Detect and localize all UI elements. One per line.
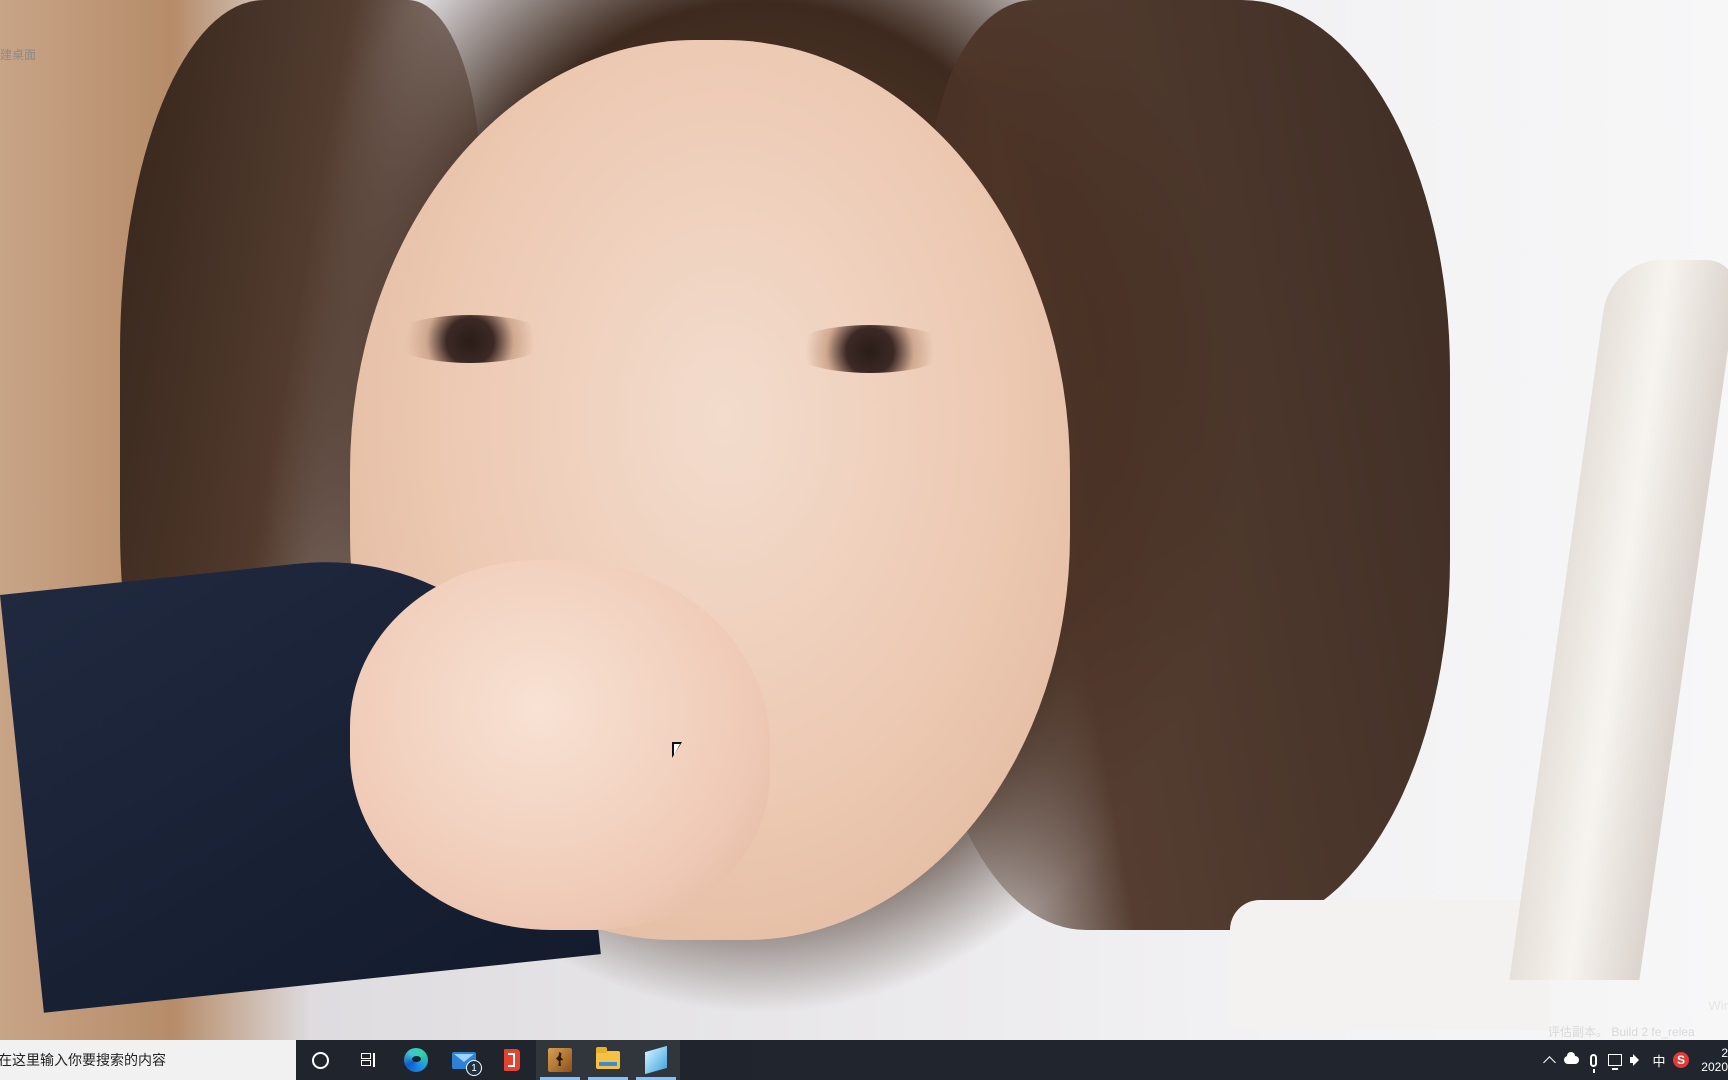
search-placeholder: 在这里输入你要搜索的内容	[0, 1052, 166, 1068]
cortana-icon	[311, 1051, 329, 1069]
wallpaper-hand	[350, 560, 770, 930]
sticky-note-icon	[645, 1045, 667, 1075]
game-icon	[548, 1048, 572, 1072]
system-tray: 中 S 2 2020	[1538, 1040, 1728, 1080]
chevron-up-icon	[1542, 1055, 1556, 1069]
office-icon	[504, 1049, 520, 1071]
desktop-label[interactable]: 建桌面	[0, 46, 36, 63]
network-button[interactable]	[1604, 1040, 1626, 1080]
taskbar-search-box[interactable]: 在这里输入你要搜索的内容	[0, 1040, 296, 1080]
clock-line-1: 2	[1721, 1046, 1728, 1060]
input-method-label: 中	[1652, 1053, 1666, 1069]
speaker-icon	[1630, 1054, 1644, 1066]
task-view-button[interactable]	[344, 1040, 392, 1080]
microphone-button[interactable]	[1582, 1040, 1604, 1080]
cloud-icon	[1563, 1052, 1579, 1064]
file-explorer-button[interactable]	[584, 1040, 632, 1080]
wallpaper-right-eye	[790, 325, 950, 373]
sogou-icon: S	[1673, 1052, 1689, 1068]
microphone-icon	[1589, 1053, 1597, 1073]
watermark-build: 评估副本。 Build 2 fe_relea	[1548, 1025, 1695, 1039]
edge-icon	[404, 1048, 428, 1072]
input-method-button[interactable]: 中	[1648, 1040, 1670, 1080]
office-button[interactable]	[488, 1040, 536, 1080]
wallpaper-shirt	[1230, 900, 1550, 1030]
volume-button[interactable]	[1626, 1040, 1648, 1080]
clock[interactable]: 2 2020	[1692, 1040, 1728, 1080]
sticky-note-button[interactable]	[632, 1040, 680, 1080]
task-view-icon	[361, 1053, 375, 1067]
mail-button[interactable]: 1	[440, 1040, 488, 1080]
onedrive-button[interactable]	[1560, 1040, 1582, 1080]
show-hidden-icons-button[interactable]	[1538, 1040, 1560, 1080]
cortana-button[interactable]	[296, 1040, 344, 1080]
taskbar: 在这里输入你要搜索的内容 1 中 S 2 2020	[0, 1040, 1728, 1080]
sogou-button[interactable]: S	[1670, 1040, 1692, 1080]
mouse-cursor-icon	[672, 742, 682, 758]
network-icon	[1608, 1054, 1622, 1070]
watermark-windows: Wir	[1708, 998, 1728, 1013]
game-button[interactable]	[536, 1040, 584, 1080]
wallpaper-statue	[1509, 260, 1728, 980]
clock-line-2: 2020	[1701, 1060, 1728, 1074]
desktop: 建桌面 Wir 评估副本。 Build 2 fe_relea 在这里输入你要搜索…	[0, 0, 1728, 1080]
mail-badge: 1	[466, 1060, 482, 1076]
wallpaper-left-eye	[390, 315, 550, 363]
file-explorer-icon	[596, 1047, 620, 1069]
edge-button[interactable]	[392, 1040, 440, 1080]
